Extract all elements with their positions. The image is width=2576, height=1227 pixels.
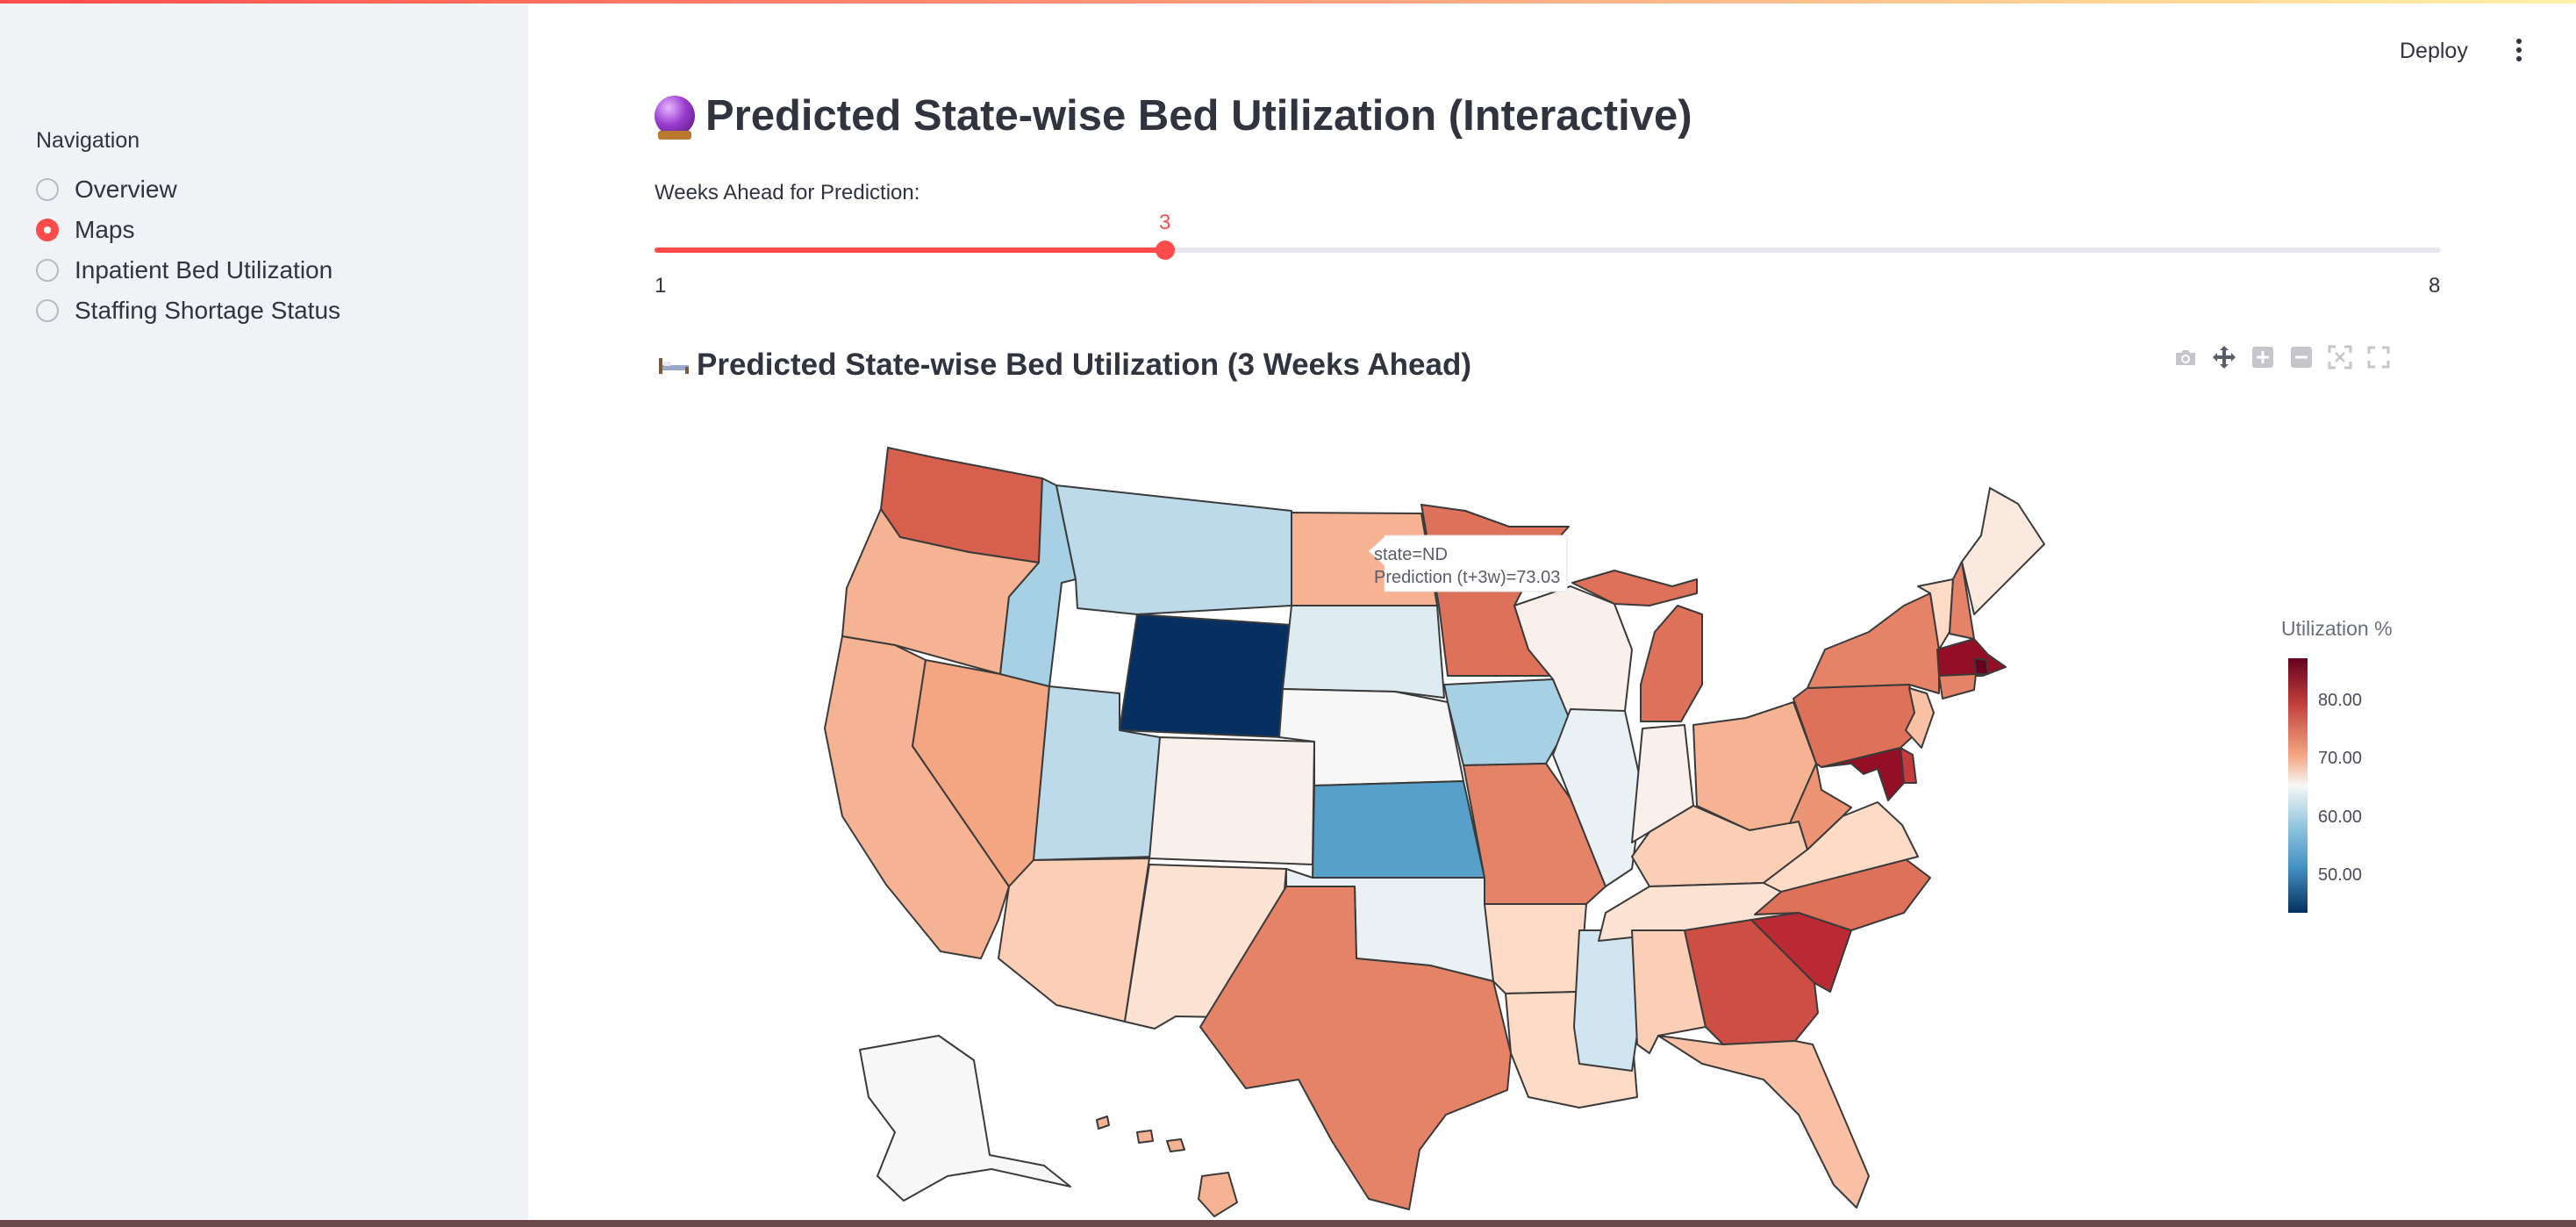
state-wy[interactable] <box>1119 614 1292 738</box>
state-ar[interactable] <box>1484 903 1587 994</box>
state-ny[interactable] <box>1807 592 1940 694</box>
colorbar-title: Utilization % <box>2281 617 2393 640</box>
state-mi[interactable] <box>1640 605 1703 722</box>
colorbar-tick: 50.00 <box>2318 865 2362 885</box>
colorbar-tick: 60.00 <box>2318 807 2362 827</box>
state-ak[interactable] <box>859 1035 1071 1202</box>
state-fl[interactable] <box>1657 1035 1870 1209</box>
hover-tooltip: state=ND Prediction (t+3w)=73.03 <box>1368 535 1568 592</box>
state-hi[interactable] <box>1136 1130 1154 1144</box>
state-ri[interactable] <box>1973 657 1989 675</box>
state-hi[interactable] <box>1166 1138 1185 1152</box>
tooltip-line-prediction: Prediction (t+3w)=73.03 <box>1374 568 1560 587</box>
state-ia[interactable] <box>1443 678 1571 766</box>
colorbar-tick: 80.00 <box>2318 691 2362 710</box>
state-co[interactable] <box>1148 736 1315 865</box>
state-az[interactable] <box>998 857 1150 1022</box>
tooltip-line-state: state=ND <box>1374 545 1448 564</box>
state-sd[interactable] <box>1282 605 1445 699</box>
bottom-window-edge <box>0 1220 2576 1227</box>
state-ms[interactable] <box>1573 929 1638 1072</box>
colorbar-gradient <box>2288 658 2308 913</box>
colorbar: Utilization % 80.00 70.00 60.00 50.00 <box>2281 617 2393 913</box>
state-ks[interactable] <box>1312 780 1485 879</box>
state-hi[interactable] <box>1198 1172 1238 1217</box>
state-mt[interactable] <box>1055 484 1292 615</box>
state-hi[interactable] <box>1096 1116 1110 1130</box>
state-me[interactable] <box>1961 487 2045 615</box>
state-ct[interactable] <box>1938 673 1977 700</box>
top-accent-line <box>0 0 2576 4</box>
us-choropleth-map[interactable]: Utilization % 80.00 70.00 60.00 50.00 st… <box>0 0 2576 1227</box>
state-ma[interactable] <box>1936 638 2007 677</box>
colorbar-tick: 70.00 <box>2318 749 2362 768</box>
